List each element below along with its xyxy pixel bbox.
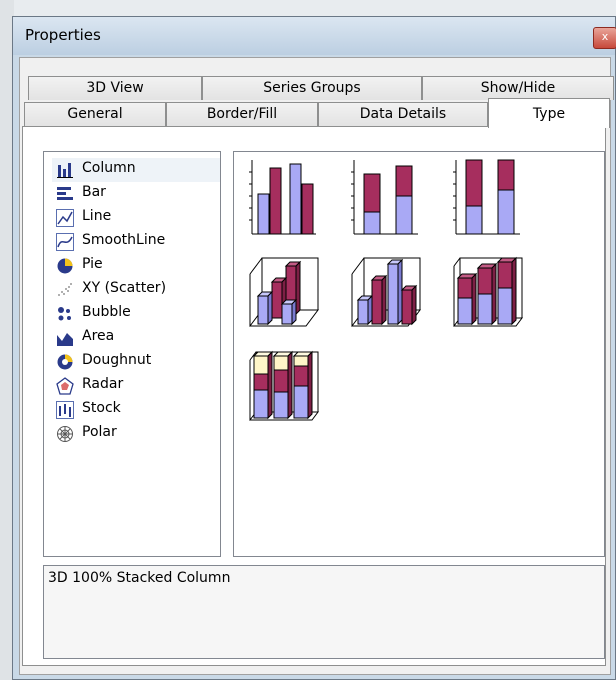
- 100-stacked-column-thumbnail[interactable]: [452, 158, 524, 238]
- line-chart-icon: [56, 209, 74, 227]
- subtype-description: 3D 100% Stacked Column: [48, 570, 231, 586]
- list-item-stock[interactable]: Stock: [52, 398, 220, 422]
- list-item-xy-scatter[interactable]: XY (Scatter): [52, 278, 220, 302]
- tab-border-fill[interactable]: Border/Fill: [166, 102, 318, 126]
- column-chart-icon: [57, 163, 73, 178]
- close-button[interactable]: x: [593, 27, 616, 49]
- tab-3d-view[interactable]: 3D View: [28, 76, 202, 100]
- radar-chart-icon: [56, 377, 74, 395]
- close-icon: x: [601, 30, 609, 43]
- 3d-clustered-column-thumbnail[interactable]: [248, 252, 320, 332]
- chart-type-list[interactable]: Column Bar Line SmoothLine Pie XY (Scatt…: [43, 151, 221, 557]
- title-bar[interactable]: Properties x: [13, 17, 616, 55]
- 3d-column-thumbnail[interactable]: [350, 252, 422, 332]
- bar-chart-icon: [57, 187, 73, 200]
- area-chart-icon: [57, 333, 73, 346]
- stock-chart-icon: [56, 401, 74, 419]
- pie-chart-icon: [57, 258, 73, 274]
- list-item-line[interactable]: Line: [52, 206, 220, 230]
- clustered-column-thumbnail[interactable]: [248, 158, 320, 238]
- list-item-pie[interactable]: Pie: [52, 254, 220, 278]
- subtype-description-box: 3D 100% Stacked Column: [43, 565, 605, 659]
- list-item-radar[interactable]: Radar: [52, 374, 220, 398]
- list-item-doughnut[interactable]: Doughnut: [52, 350, 220, 374]
- stacked-column-thumbnail[interactable]: [350, 158, 422, 238]
- dialog-title: Properties: [25, 26, 101, 44]
- list-item-smoothline[interactable]: SmoothLine: [52, 230, 220, 254]
- 3d-100-stacked-column-thumbnail[interactable]: [248, 346, 320, 426]
- type-tab-panel: Column Bar Line SmoothLine Pie XY (Scatt…: [22, 126, 606, 666]
- tab-show-hide[interactable]: Show/Hide: [422, 76, 614, 100]
- chart-subtype-gallery: [233, 151, 605, 557]
- list-item-bar[interactable]: Bar: [52, 182, 220, 206]
- polar-chart-icon: [57, 426, 73, 442]
- smoothline-chart-icon: [56, 233, 74, 251]
- list-item-bubble[interactable]: Bubble: [52, 302, 220, 326]
- list-item-column[interactable]: Column: [52, 158, 220, 182]
- tab-general[interactable]: General: [24, 102, 166, 126]
- 3d-stacked-column-thumbnail[interactable]: [452, 252, 524, 332]
- tab-data-details[interactable]: Data Details: [318, 102, 488, 126]
- list-item-polar[interactable]: Polar: [52, 422, 220, 446]
- tab-type[interactable]: Type: [488, 98, 610, 128]
- doughnut-chart-icon: [57, 354, 73, 370]
- list-item-area[interactable]: Area: [52, 326, 220, 350]
- tab-series-groups[interactable]: Series Groups: [202, 76, 422, 100]
- bubble-chart-icon: [58, 307, 71, 321]
- scatter-chart-icon: [58, 283, 72, 296]
